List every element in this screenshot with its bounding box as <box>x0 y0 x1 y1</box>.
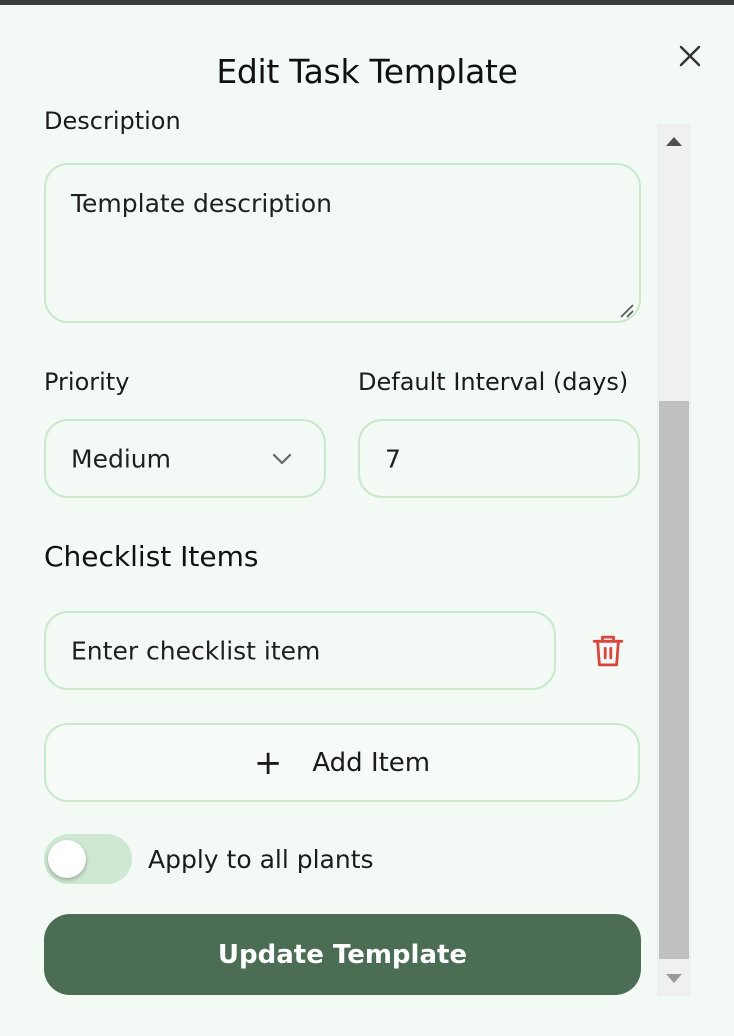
toggle-knob <box>48 840 86 878</box>
description-value: Template description <box>71 189 333 218</box>
dialog-scroll-content[interactable]: Description Template description Priorit… <box>0 110 657 1010</box>
interval-label: Default Interval (days) <box>358 368 629 396</box>
scrollbar-thumb[interactable] <box>659 401 689 959</box>
priority-label: Priority <box>44 368 130 396</box>
priority-selected-value: Medium <box>71 444 171 473</box>
update-template-label: Update Template <box>217 939 468 970</box>
interval-input[interactable]: 7 <box>358 419 640 498</box>
window-top-border <box>0 0 734 5</box>
apply-all-toggle[interactable] <box>44 834 132 884</box>
checklist-item-input[interactable]: Enter checklist item <box>44 611 556 690</box>
checklist-section-title: Checklist Items <box>44 540 259 573</box>
apply-all-label: Apply to all plants <box>148 845 374 874</box>
triangle-down-icon <box>666 974 682 983</box>
interval-value: 7 <box>385 444 401 473</box>
triangle-up-icon <box>666 137 682 146</box>
description-label: Description <box>44 110 181 135</box>
scroll-down-arrow[interactable] <box>657 962 691 996</box>
scrollbar[interactable] <box>657 124 691 996</box>
add-item-label: Add Item <box>312 747 431 778</box>
plus-icon: + <box>253 742 283 783</box>
chevron-down-icon <box>272 453 292 464</box>
close-button[interactable] <box>674 40 706 72</box>
trash-icon[interactable] <box>591 633 625 669</box>
description-textarea[interactable]: Template description <box>44 163 641 323</box>
update-template-button[interactable]: Update Template <box>44 914 641 995</box>
close-icon <box>679 45 701 67</box>
dialog-title: Edit Task Template <box>216 52 518 91</box>
scroll-up-arrow[interactable] <box>657 124 691 158</box>
resize-grip-icon[interactable] <box>617 301 635 319</box>
priority-select[interactable]: Medium <box>44 419 326 498</box>
checklist-item-placeholder: Enter checklist item <box>71 636 321 665</box>
add-item-button[interactable]: + Add Item <box>44 723 640 802</box>
